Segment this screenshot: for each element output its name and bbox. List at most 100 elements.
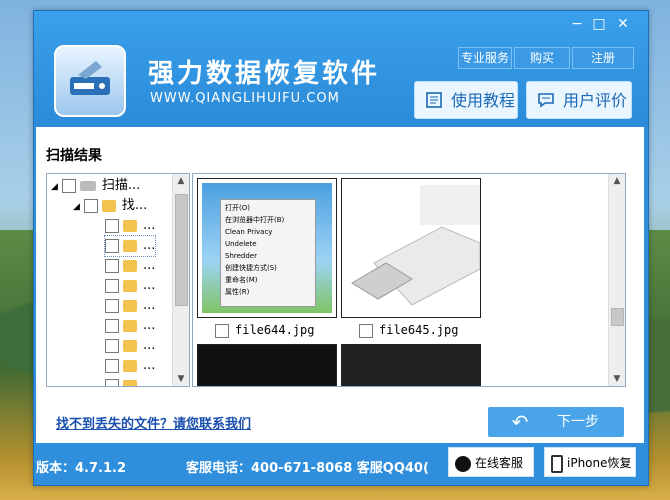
user-review-button[interactable]: 用户评价: [526, 81, 632, 119]
qq-penguin-icon: [455, 455, 471, 472]
user-review-label: 用户评价: [563, 91, 628, 110]
folder-icon: [123, 239, 137, 252]
scroll-thumb[interactable]: [611, 308, 624, 326]
file-name: file644.jpg: [235, 323, 315, 337]
title-bar: − □ ✕ 强力数据恢复软件 WWW.QIANGLIHUIFU.COM 专业服务…: [34, 11, 648, 127]
collapse-arrow-icon[interactable]: ◢: [51, 182, 58, 192]
tree-scrollbar[interactable]: ▲ ▼: [172, 174, 189, 386]
app-logo-icon: [54, 45, 126, 117]
iphone-recovery-label: iPhone恢复: [567, 456, 632, 470]
folder-icon: [123, 299, 137, 312]
tree-label: 扫描...: [101, 178, 141, 193]
tree-root-row[interactable]: ◢ 扫描...: [51, 176, 140, 196]
tree-label: ...: [143, 358, 156, 373]
phone-icon: [551, 454, 563, 473]
tree-sub-row[interactable]: ...: [105, 336, 155, 356]
scroll-thumb[interactable]: [175, 194, 188, 306]
tree-label: ...: [143, 238, 156, 253]
tree-child-row[interactable]: ◢ 找...: [73, 196, 147, 216]
file-checkbox[interactable]: [359, 324, 373, 338]
folder-icon: [123, 259, 137, 272]
comment-icon: [538, 93, 554, 108]
checkbox[interactable]: [105, 218, 119, 233]
tree-label: ...: [143, 318, 156, 333]
tree-label: ...: [143, 298, 156, 313]
menu-item: Shredder: [225, 252, 257, 260]
file-thumbnail[interactable]: [341, 344, 481, 386]
tree-sub-row[interactable]: ...: [105, 356, 155, 376]
checkbox[interactable]: [105, 238, 119, 253]
context-menu-preview: 打开(O) 在浏览器中打开(B) Clean Privacy Undelete …: [220, 199, 316, 307]
online-service-button[interactable]: 在线客服: [448, 447, 534, 477]
buy-link[interactable]: 购买: [514, 47, 570, 69]
app-title: 强力数据恢复软件: [148, 59, 381, 89]
tree-label: ...: [143, 338, 156, 353]
usb-drive-preview: [342, 179, 480, 317]
tutorial-button[interactable]: 使用教程: [414, 81, 518, 119]
file-preview-grid[interactable]: 打开(O) 在浏览器中打开(B) Clean Privacy Undelete …: [192, 173, 626, 387]
section-title: 扫描结果: [46, 148, 102, 164]
folder-icon: [123, 279, 137, 292]
tutorial-label: 使用教程: [451, 91, 516, 110]
grid-scrollbar[interactable]: ▲ ▼: [608, 174, 625, 386]
maximize-button[interactable]: □: [590, 17, 608, 31]
folder-icon: [101, 199, 116, 212]
checkbox[interactable]: [105, 278, 119, 293]
menu-item: Clean Privacy: [225, 228, 273, 236]
tree-sub-row[interactable]: ...: [105, 296, 155, 316]
scroll-down-icon[interactable]: ▼: [609, 372, 625, 386]
menu-item: 重命名(M): [225, 276, 258, 284]
checkbox[interactable]: [83, 198, 98, 213]
checkbox[interactable]: [61, 178, 76, 193]
contact-us-link[interactable]: 找不到丢失的文件？请您联系我们: [56, 413, 251, 432]
menu-item: Undelete: [225, 240, 257, 248]
checkbox[interactable]: [105, 258, 119, 273]
scroll-down-icon[interactable]: ▼: [173, 372, 189, 386]
tree-sub-row[interactable]: ...: [105, 216, 155, 236]
checkbox[interactable]: [105, 378, 119, 386]
book-icon: [426, 92, 442, 108]
tree-sub-row[interactable]: ...: [105, 256, 155, 276]
file-thumbnail[interactable]: [341, 178, 481, 318]
checkbox[interactable]: [105, 338, 119, 353]
tree-sub-row[interactable]: ...: [105, 316, 155, 336]
online-service-label: 在线客服: [475, 456, 524, 470]
file-thumbnail[interactable]: 打开(O) 在浏览器中打开(B) Clean Privacy Undelete …: [197, 178, 337, 318]
collapse-arrow-icon[interactable]: ◢: [73, 202, 80, 212]
file-name: file645.jpg: [379, 323, 459, 337]
menu-item: 创建快捷方式(S): [225, 264, 277, 272]
tree-sub-row[interactable]: [105, 376, 143, 386]
menu-item: 在浏览器中打开(B): [225, 216, 285, 224]
next-step-button[interactable]: 下一步: [532, 407, 624, 437]
tree-sub-row[interactable]: ...: [105, 276, 155, 296]
checkbox[interactable]: [105, 318, 119, 333]
scroll-up-icon[interactable]: ▲: [173, 174, 189, 188]
minimize-button[interactable]: −: [568, 17, 586, 31]
menu-item: 打开(O): [225, 204, 250, 212]
folder-icon: [123, 359, 137, 372]
footer-bar: 版本：4.7.1.2 客服电话：400-671-8068 客服QQ40( 在线客…: [34, 443, 648, 485]
close-button[interactable]: ✕: [614, 17, 632, 31]
tree-label: ...: [143, 278, 156, 293]
tree-sub-row[interactable]: ...: [103, 235, 157, 257]
file-thumbnail[interactable]: [197, 344, 337, 386]
version-text: 版本：4.7.1.2: [36, 461, 126, 476]
folder-icon: [123, 339, 137, 352]
support-phone-text: 客服电话：400-671-8068 客服QQ40(: [186, 461, 429, 476]
file-checkbox[interactable]: [215, 324, 229, 338]
scroll-up-icon[interactable]: ▲: [609, 174, 625, 188]
app-url: WWW.QIANGLIHUIFU.COM: [150, 91, 340, 106]
menu-item: 属性(R): [225, 288, 250, 296]
folder-icon: [123, 319, 137, 332]
register-link[interactable]: 注册: [572, 47, 634, 69]
scan-results-panel: 扫描结果 ◢ 扫描... ◢ 找... ... ... ... ... ... ..…: [36, 127, 644, 443]
checkbox[interactable]: [105, 358, 119, 373]
iphone-recovery-button[interactable]: iPhone恢复: [544, 447, 636, 477]
folder-tree[interactable]: ◢ 扫描... ◢ 找... ... ... ... ... ... ... ...…: [46, 173, 190, 387]
tree-label: ...: [143, 258, 156, 273]
checkbox[interactable]: [105, 298, 119, 313]
folder-icon: [123, 379, 137, 386]
folder-icon: [123, 219, 137, 232]
pro-service-link[interactable]: 专业服务: [458, 47, 512, 69]
app-window: − □ ✕ 强力数据恢复软件 WWW.QIANGLIHUIFU.COM 专业服务…: [33, 10, 649, 486]
